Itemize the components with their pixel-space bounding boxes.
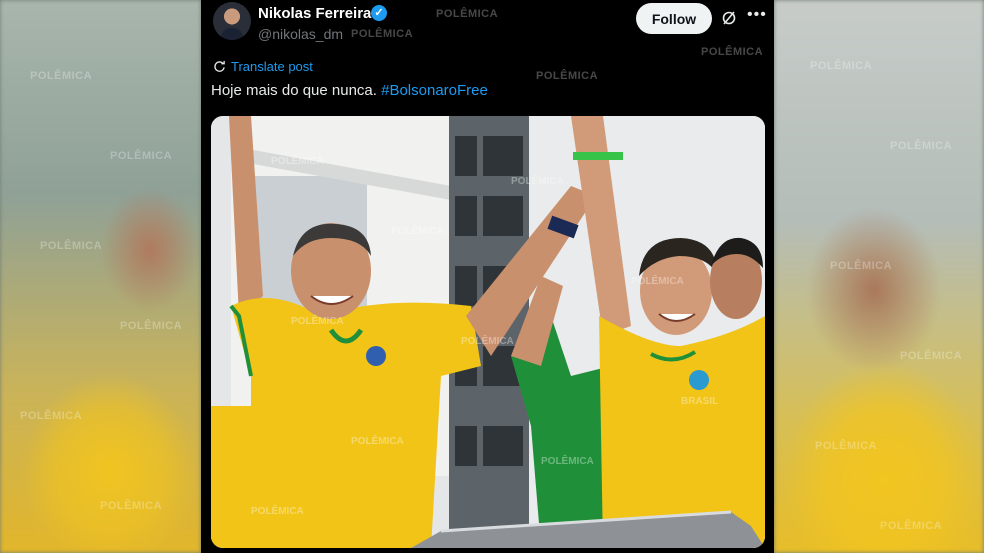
post-text-body: Hoje mais do que nunca. (211, 82, 382, 99)
grok-icon[interactable] (721, 10, 737, 26)
post-photo[interactable]: BRASIL POLÊMICA POLÊMICA POLÊMICA POLÊMI… (211, 116, 765, 548)
author-handle[interactable]: @nikolas_dm (258, 26, 343, 42)
follow-button[interactable]: Follow (636, 3, 712, 34)
more-icon[interactable]: ••• (747, 6, 767, 24)
translate-post-link[interactable]: Translate post (231, 59, 313, 74)
watermark: POLÊMICA (701, 46, 764, 58)
translate-icon (214, 60, 225, 72)
photo-illustration (211, 116, 765, 548)
translate-post[interactable]: Translate post (213, 59, 313, 74)
post-text: Hoje mais do que nunca. #BolsonaroFree (211, 82, 488, 99)
watermark: POLÊMICA (351, 28, 414, 40)
author-display-name[interactable]: Nikolas Ferreira (258, 5, 371, 22)
watermark: POLÊMICA (436, 8, 499, 20)
watermark: POLÊMICA (536, 70, 599, 82)
verified-badge-icon[interactable]: ✓ (371, 5, 387, 21)
hashtag-link[interactable]: #BolsonaroFree (381, 82, 488, 99)
avatar[interactable] (213, 2, 251, 40)
blurred-background-right (774, 0, 984, 553)
blurred-background-left (0, 0, 201, 553)
post-card: Nikolas Ferreira ✓ @nikolas_dm Follow ••… (201, 0, 774, 553)
